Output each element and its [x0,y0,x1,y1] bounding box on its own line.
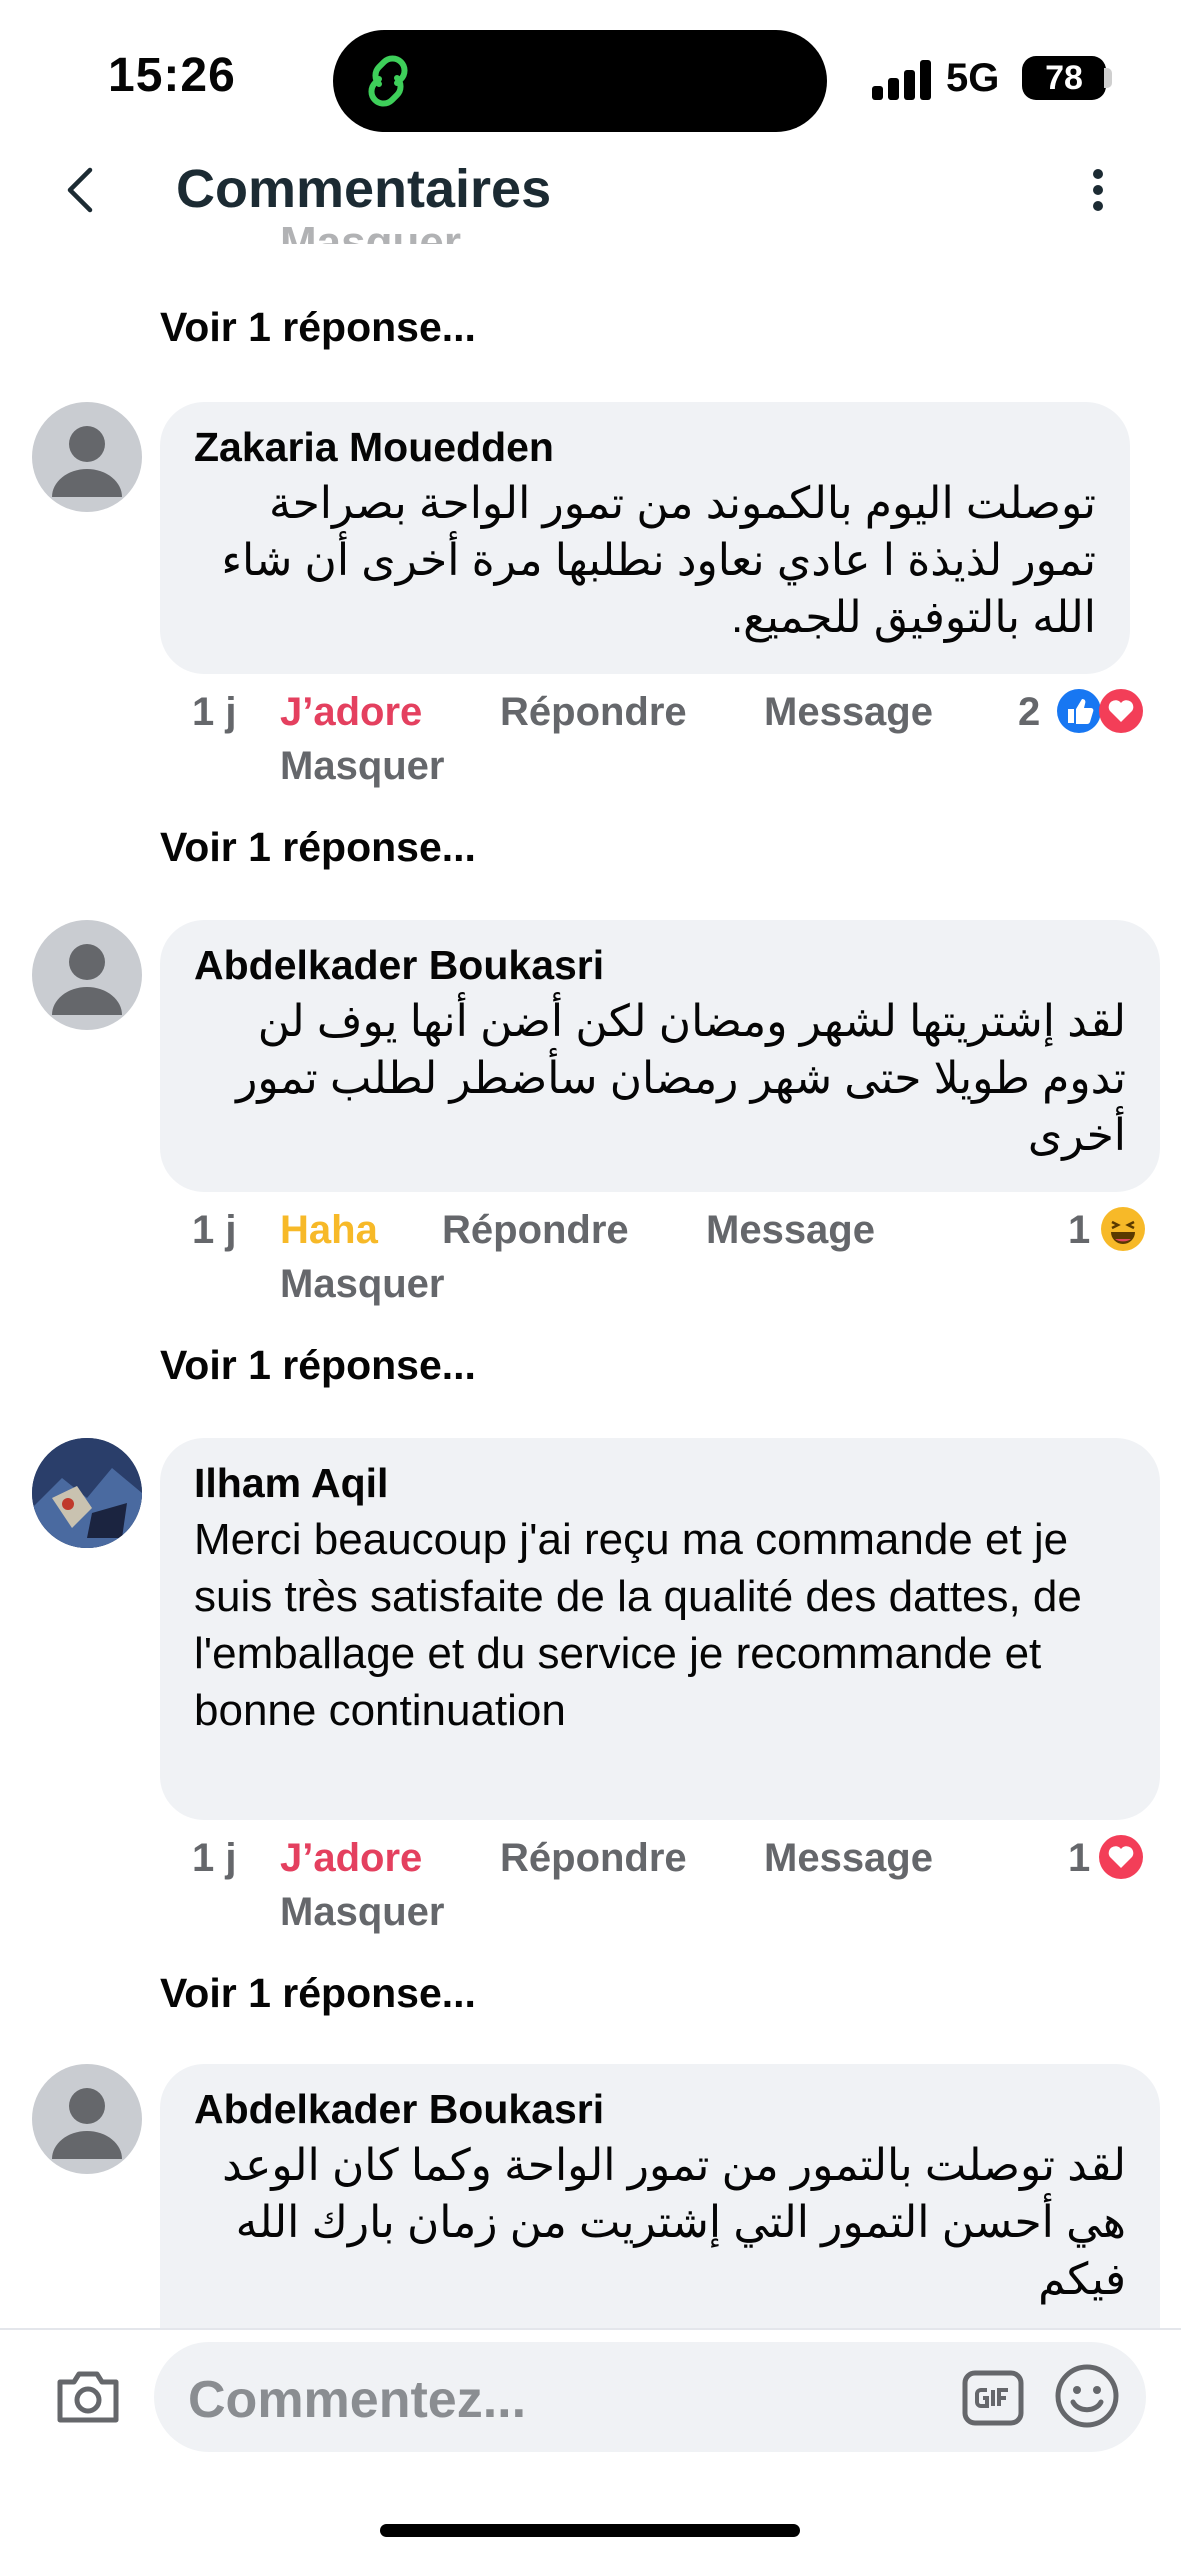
love-icon [1099,689,1143,733]
status-time: 15:26 [108,49,236,102]
reaction-count[interactable]: 1 [1068,1208,1090,1253]
back-arrow-icon[interactable] [56,160,106,220]
reply-button[interactable]: Répondre [442,1208,629,1253]
comment-bubble[interactable]: Abdelkader Boukasri لقد إشتريتها لشهر وم… [160,920,1160,1192]
default-avatar-icon [52,426,122,497]
message-button[interactable]: Message [764,1836,933,1881]
battery-icon: 78 [1022,56,1106,100]
hide-button[interactable]: Masquer [280,1890,445,1935]
reaction-count[interactable]: 2 [1018,690,1040,735]
comment-author[interactable]: Abdelkader Boukasri [194,942,1126,989]
love-icon [1099,1835,1143,1879]
page-title: Commentaires [176,159,552,219]
emoji-icon[interactable] [1054,2363,1120,2429]
hide-button[interactable]: Masquer [280,1262,445,1307]
message-button[interactable]: Message [706,1208,875,1253]
reply-button[interactable]: Répondre [500,690,687,735]
comment-actions: 1 j J’adore Répondre Message Masquer 2 [192,689,1152,800]
comment-bubble[interactable]: Abdelkader Boukasri لقد توصلت بالتمور من… [160,2064,1160,2328]
avatar[interactable] [32,402,142,512]
view-replies-link[interactable]: Voir 1 réponse... [160,1342,476,1389]
scrolled-hide-label: Masquer [280,218,461,244]
haha-icon [1101,1207,1145,1251]
reaction-button[interactable]: J’adore [280,1836,422,1881]
network-label: 5G [946,56,1000,100]
comment-text: لقد إشتريتها لشهر ومضان لكن أضن أنها يوف… [236,997,1126,1160]
comment-author[interactable]: Ilham Aqil [194,1460,1126,1507]
comment-actions: 1 j Haha Répondre Message Masquer 1 [192,1207,1152,1318]
comment-placeholder[interactable]: Commentez... [188,2370,526,2430]
camera-icon[interactable] [54,2366,122,2426]
more-options-icon[interactable] [1078,160,1118,220]
signal-icon [872,60,932,100]
view-replies-link[interactable]: Voir 1 réponse... [160,1970,476,2017]
comment-text: توصلت اليوم بالكموند من تمور الواحة بصرا… [221,479,1096,642]
comment-time: 1 j [192,1836,237,1880]
gif-icon[interactable] [962,2370,1024,2426]
avatar[interactable] [32,1438,142,1548]
comment-author[interactable]: Zakaria Mouedden [194,424,1096,471]
composer-divider [0,2328,1181,2330]
default-avatar-icon [52,944,122,1015]
comment-text: لقد توصلت بالتمور من تمور الواحة وكما كا… [222,2141,1126,2304]
home-indicator[interactable] [380,2524,800,2537]
comment-author[interactable]: Abdelkader Boukasri [194,2086,1126,2133]
reaction-button[interactable]: J’adore [280,690,422,735]
battery-tip [1104,68,1112,88]
comment-time: 1 j [192,690,237,734]
comment-bubble[interactable]: Zakaria Mouedden توصلت اليوم بالكموند من… [160,402,1130,674]
battery-level: 78 [1045,58,1083,97]
reaction-count[interactable]: 1 [1068,1836,1090,1881]
avatar[interactable] [32,2064,142,2174]
reaction-button[interactable]: Haha [280,1208,378,1253]
like-icon [1057,689,1101,733]
comment-actions: 1 j J’adore Répondre Message Masquer 1 [192,1835,1152,1946]
default-avatar-icon [52,2088,122,2159]
view-replies-link[interactable]: Voir 1 réponse... [160,304,476,351]
comment-text: Merci beaucoup j'ai reçu ma commande et … [194,1515,1082,1735]
link-app-icon [368,55,408,107]
profile-photo-icon [32,1438,142,1548]
reply-button[interactable]: Répondre [500,1836,687,1881]
view-replies-link[interactable]: Voir 1 réponse... [160,824,476,871]
comment-bubble[interactable]: Ilham Aqil Merci beaucoup j'ai reçu ma c… [160,1438,1160,1820]
message-button[interactable]: Message [764,690,933,735]
hide-button[interactable]: Masquer [280,744,445,789]
avatar[interactable] [32,920,142,1030]
dynamic-island [333,30,827,132]
comment-time: 1 j [192,1208,237,1252]
